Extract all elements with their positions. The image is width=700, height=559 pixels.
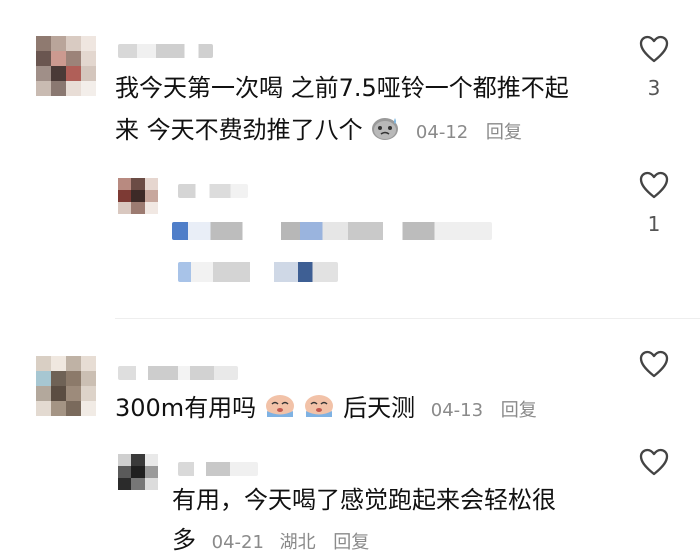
reply-button[interactable]: 回复 xyxy=(333,532,369,553)
heart-icon xyxy=(639,350,669,378)
reply-button[interactable]: 回复 xyxy=(501,400,537,421)
reply-text-blurred xyxy=(172,222,492,240)
comment-text-line: 300m有用吗 后天测 04-13 回复 xyxy=(115,391,537,427)
comment-text-continuation: 来 今天不费劲推了八个 xyxy=(115,116,363,144)
crying-face-icon xyxy=(264,391,296,427)
username-blurred[interactable] xyxy=(178,462,258,476)
avatar[interactable] xyxy=(36,356,96,416)
comment-date: 04-13 xyxy=(430,400,484,421)
reply-text-continuation: 多 xyxy=(172,526,196,554)
reply-location: 湖北 xyxy=(279,532,316,553)
like-button[interactable]: 3 xyxy=(634,34,674,100)
comment-text: 后天测 xyxy=(343,394,416,422)
crying-face-icon xyxy=(303,391,335,427)
comment-text-line: 来 今天不费劲推了八个 04-12 回复 xyxy=(115,113,522,149)
username-blurred[interactable] xyxy=(178,184,248,198)
like-count: 1 xyxy=(647,212,661,236)
divider xyxy=(115,318,700,319)
sweat-face-icon xyxy=(370,113,400,149)
reply-text-blurred xyxy=(178,262,338,282)
avatar[interactable] xyxy=(118,454,158,490)
heart-icon xyxy=(639,35,669,63)
reply-date: 04-21 xyxy=(211,532,264,553)
avatar[interactable] xyxy=(118,178,158,214)
comment-text: 300m有用吗 xyxy=(115,394,257,422)
username-blurred[interactable] xyxy=(118,44,213,58)
username-blurred[interactable] xyxy=(118,366,238,380)
heart-icon xyxy=(639,448,669,476)
like-count: 3 xyxy=(647,76,661,100)
reply-text-line: 多 04-21 湖北 回复 xyxy=(172,524,369,559)
like-button[interactable]: 1 xyxy=(634,170,674,236)
comment-date: 04-12 xyxy=(415,122,469,143)
reply-text-line: 有用，今天喝了感觉跑起来会轻松很 xyxy=(172,486,556,514)
reply-button[interactable]: 回复 xyxy=(486,122,522,143)
avatar[interactable] xyxy=(36,36,96,96)
like-button[interactable] xyxy=(634,447,674,477)
heart-icon xyxy=(639,171,669,199)
like-button[interactable] xyxy=(634,349,674,379)
comment-text-line: 我今天第一次喝 之前7.5哑铃一个都推不起 xyxy=(115,74,569,102)
